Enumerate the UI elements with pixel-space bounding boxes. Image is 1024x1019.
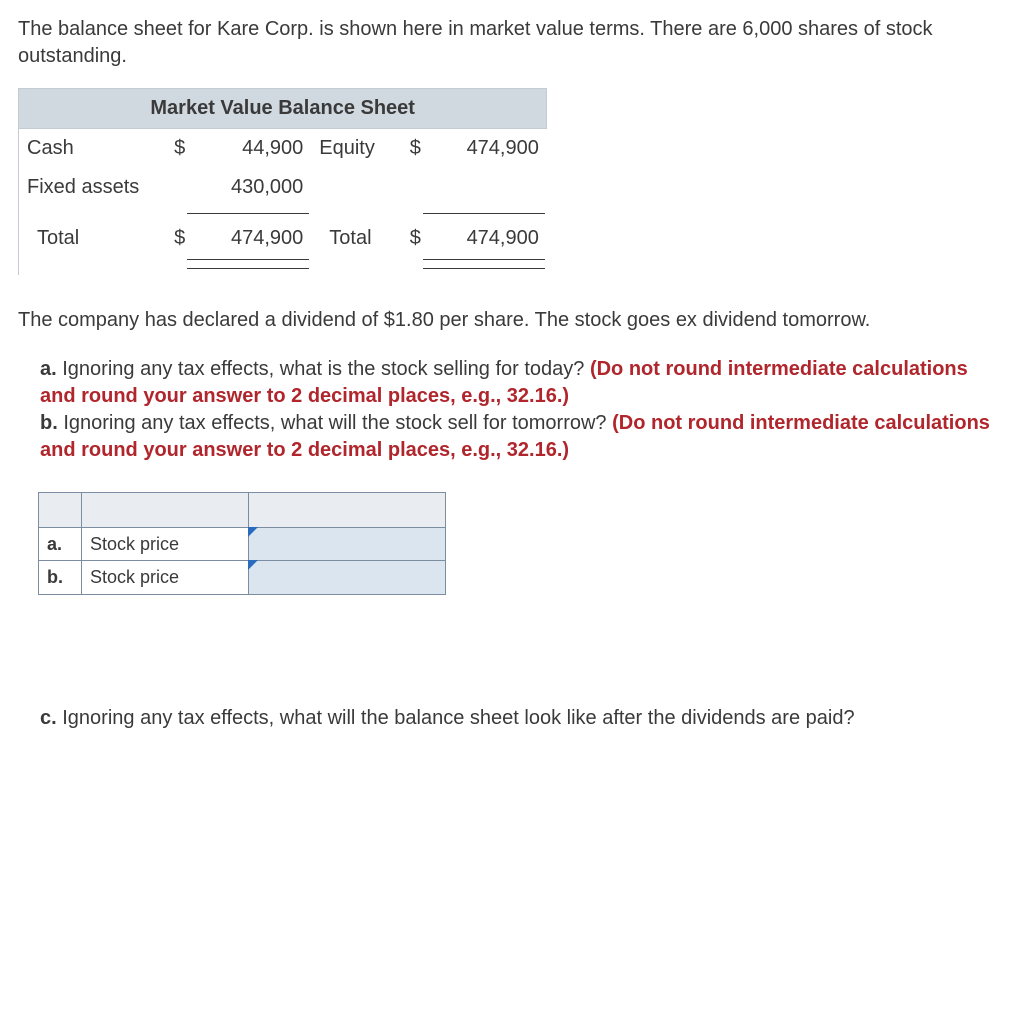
question-a-text: Ignoring any tax effects, what is the st… (62, 358, 590, 380)
answer-a-input[interactable] (249, 528, 446, 561)
answer-b-desc: Stock price (82, 561, 249, 594)
rule-line (187, 213, 309, 214)
total-assets-dollar: $ (157, 219, 185, 258)
total-assets-label: Total (19, 219, 158, 258)
question-b-label: b. (40, 412, 58, 434)
answer-a-desc: Stock price (82, 528, 249, 561)
total-liab-value: 474,900 (421, 219, 547, 258)
cash-value: 44,900 (185, 129, 311, 169)
input-indicator-icon (248, 527, 258, 537)
paragraph-dividend: The company has declared a dividend of $… (18, 307, 1006, 334)
table-row: a. Stock price (39, 528, 446, 561)
question-b: b. Ignoring any tax effects, what will t… (40, 410, 1006, 464)
table-row: b. Stock price (39, 561, 446, 594)
question-list: a. Ignoring any tax effects, what is the… (18, 356, 1006, 464)
total-liab-label: Total (311, 219, 393, 258)
answer-table: a. Stock price b. Stock price (38, 492, 446, 595)
equity-value: 474,900 (421, 129, 547, 169)
question-c: c. Ignoring any tax effects, what will t… (18, 705, 1006, 732)
balance-sheet-table: Market Value Balance Sheet Cash $ 44,900… (18, 88, 547, 275)
rule-line (423, 213, 545, 214)
total-liab-dollar: $ (393, 219, 421, 258)
equity-dollar: $ (393, 129, 421, 169)
intro-text: The balance sheet for Kare Corp. is show… (18, 16, 1006, 70)
fixed-assets-label: Fixed assets (19, 168, 158, 207)
question-c-label: c. (40, 707, 57, 729)
question-a-label: a. (40, 358, 57, 380)
question-c-text: Ignoring any tax effects, what will the … (62, 707, 854, 729)
balance-title: Market Value Balance Sheet (19, 89, 547, 129)
answer-b-input[interactable] (249, 561, 446, 594)
total-assets-value: 474,900 (185, 219, 311, 258)
cash-label: Cash (19, 129, 158, 169)
double-rule (421, 258, 547, 275)
answer-b-label: b. (39, 561, 82, 594)
equity-label: Equity (311, 129, 393, 169)
input-indicator-icon (248, 560, 258, 570)
double-rule (185, 258, 311, 275)
question-a: a. Ignoring any tax effects, what is the… (40, 356, 1006, 410)
cash-dollar: $ (157, 129, 185, 169)
answer-a-label: a. (39, 528, 82, 561)
question-b-text: Ignoring any tax effects, what will the … (63, 412, 612, 434)
fixed-assets-value: 430,000 (185, 168, 311, 207)
